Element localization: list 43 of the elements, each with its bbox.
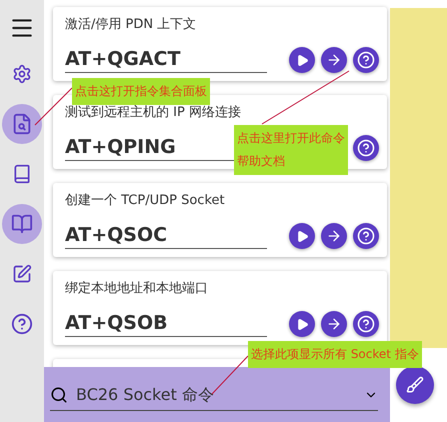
help-button[interactable]: [353, 135, 379, 161]
annotation-tooltip: 点击这打开指令集合面板: [72, 78, 210, 105]
play-icon: [296, 230, 308, 242]
run-button[interactable]: [289, 47, 315, 73]
sidebar-button[interactable]: [2, 204, 42, 244]
command-description: 创建一个 TCP/UDP Socket: [65, 192, 226, 209]
open-book-icon: [11, 213, 33, 235]
help-icon: [357, 51, 375, 69]
command-field[interactable]: AT+QGACT: [65, 48, 267, 72]
clear-button[interactable]: [396, 366, 434, 404]
gear-icon: [12, 64, 32, 84]
help-icon: [357, 315, 375, 333]
run-button[interactable]: [289, 223, 315, 249]
arrow-right-icon: [326, 52, 342, 68]
run-button[interactable]: [289, 311, 315, 337]
annotation-tooltip: 选择此项显示所有 Socket 指令: [248, 341, 422, 368]
send-button[interactable]: [321, 311, 347, 337]
command-field[interactable]: AT+QSOB: [65, 312, 267, 336]
command-field[interactable]: AT+QSOC: [65, 224, 267, 248]
search-icon: [50, 386, 68, 404]
edit-icon: [12, 264, 32, 284]
help-icon: [11, 313, 33, 335]
brush-icon: [406, 376, 424, 394]
play-icon: [296, 54, 308, 66]
help-button[interactable]: [353, 47, 379, 73]
help-icon: [357, 139, 375, 157]
help-button[interactable]: [353, 311, 379, 337]
help-button[interactable]: [353, 223, 379, 249]
send-button[interactable]: [321, 223, 347, 249]
leader-line: [212, 356, 248, 394]
play-icon: [296, 318, 308, 330]
annotation-tooltip: 点击这里打开此命令 帮助文档: [234, 125, 348, 175]
command-description: 测试到远程主机的 IP 网络连接: [65, 104, 242, 121]
send-button[interactable]: [321, 47, 347, 73]
command-description: 绑定本地地址和本地端口: [65, 280, 209, 297]
command-description: 激活/停用 PDN 上下文: [65, 16, 198, 33]
book-icon: [12, 164, 32, 184]
document-search-icon: [11, 113, 33, 135]
command-set-select[interactable]: BC26 Socket 命令: [50, 378, 378, 410]
arrow-right-icon: [326, 228, 342, 244]
help-icon: [357, 227, 375, 245]
sidebar-button[interactable]: [2, 104, 42, 144]
arrow-right-icon: [326, 316, 342, 332]
